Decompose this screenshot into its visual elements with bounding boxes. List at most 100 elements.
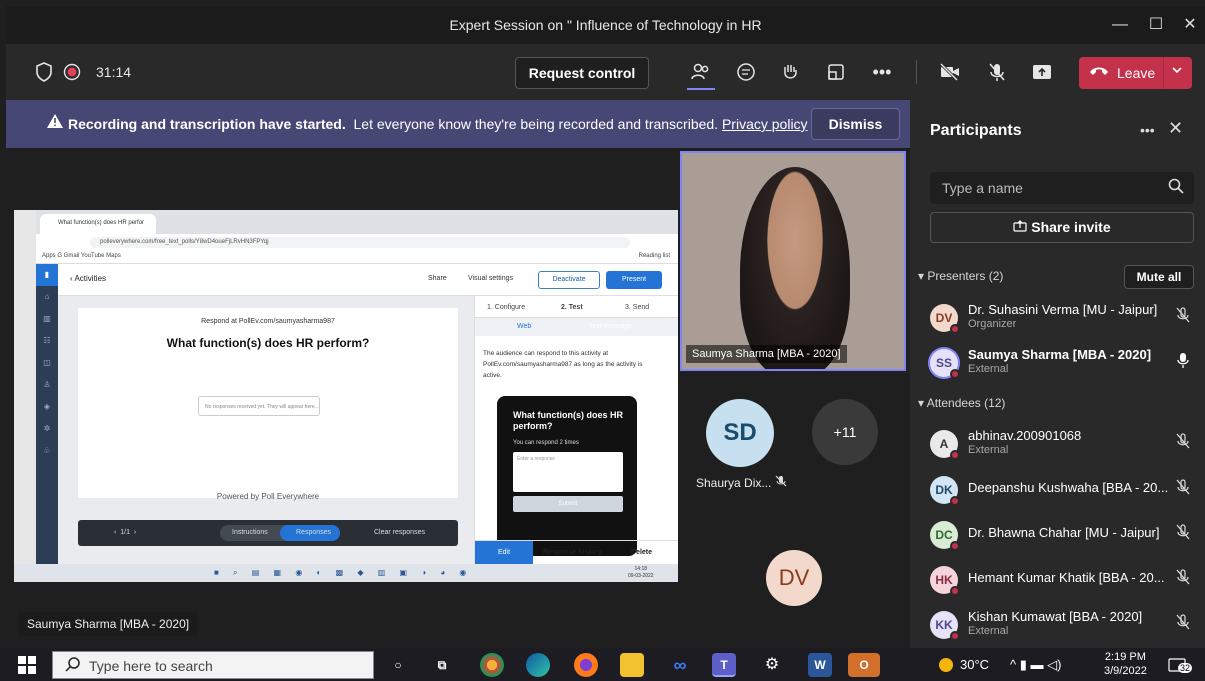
responses-tab[interactable]: Responses (296, 529, 331, 536)
participant-row[interactable]: DC Dr. Bhawna Chahar [MU - Jaipur] (930, 515, 1200, 555)
search-icon[interactable] (1168, 178, 1184, 198)
privacy-policy-link[interactable]: Privacy policy (722, 116, 808, 132)
participant-row[interactable]: DV Dr. Suhasini Verma [MU - Jaipur] Orga… (930, 298, 1200, 338)
temperature[interactable]: 30°C (960, 657, 989, 672)
participants-side-icon[interactable]: ☷ (36, 330, 58, 352)
attendees-section-header[interactable]: ▾ Attendees (12) (918, 396, 1005, 410)
poll-config-panel: 1. Configure 2. Test 3. Send Web Text me… (474, 296, 678, 565)
minimize-button[interactable]: — (1102, 12, 1138, 38)
windows-start-icon[interactable] (18, 656, 36, 679)
view-toggle[interactable]: Instructions Responses (220, 525, 340, 541)
leave-split-divider (1163, 57, 1164, 89)
url-field[interactable]: pollev​erywhere.com/free_text_polls/Y8wD… (90, 237, 630, 248)
visual-settings-button[interactable]: Visual settings (468, 275, 513, 282)
step-test[interactable]: 2. Test (561, 304, 583, 311)
meeting-toolbar: 31:14 Request control ••• Leave (6, 44, 1205, 100)
settings-side-icon[interactable]: ✲ (36, 418, 58, 440)
badge-icon[interactable]: ◈ (36, 396, 58, 418)
reports-icon[interactable]: ◫ (36, 352, 58, 374)
bell-icon[interactable]: ♧ (36, 440, 58, 462)
camera-off-icon[interactable] (936, 58, 964, 86)
task-view-icon[interactable]: ⧉ (430, 653, 454, 677)
logo-icon[interactable]: ▮ (36, 264, 58, 286)
instructions-tab[interactable]: Instructions (232, 529, 268, 536)
mic-off-icon[interactable] (1176, 479, 1190, 499)
mute-all-button[interactable]: Mute all (1124, 265, 1194, 289)
mic-off-icon[interactable] (1176, 524, 1190, 544)
maximize-button[interactable]: ☐ (1138, 12, 1174, 38)
chevron-down-icon[interactable] (1171, 64, 1183, 79)
participants-icon[interactable] (687, 58, 715, 86)
avatar[interactable]: DV (766, 550, 822, 606)
mic-off-icon[interactable] (1176, 433, 1190, 453)
participant-search-input[interactable]: Type a name (930, 172, 1194, 204)
share-tray-icon[interactable] (1028, 58, 1056, 86)
participant-row[interactable]: HK Hemant Kumar Khatik [BBA - 20... (930, 560, 1200, 600)
meet-now-icon[interactable]: ∞ (668, 653, 692, 677)
web-tab[interactable]: Web (517, 323, 531, 330)
status-indicator (950, 631, 960, 641)
dismiss-button[interactable]: Dismiss (811, 108, 900, 140)
system-clock[interactable]: 2:19 PM 3/9/2022 (1104, 650, 1147, 678)
word-icon[interactable]: W (808, 653, 832, 677)
participant-row[interactable]: A abhinav.200901068 External (930, 424, 1200, 464)
close-icon[interactable]: ✕ (1168, 118, 1183, 139)
text-message-tab[interactable]: Text message (589, 323, 632, 330)
cortana-icon[interactable]: ○ (386, 653, 410, 677)
close-window-button[interactable]: ✕ (1172, 12, 1205, 38)
participant-row[interactable]: KK Kishan Kumawat [BBA - 2020] External (930, 605, 1200, 645)
bookmarks[interactable]: Apps G Gmail YouTube Maps (42, 253, 121, 259)
users-icon[interactable]: ♙ (36, 374, 58, 396)
presenters-section-header[interactable]: ▾ Presenters (2) (918, 269, 1003, 283)
rooms-icon[interactable] (822, 58, 850, 86)
participant-row[interactable]: SS Saumya Sharma [MBA - 2020] External (930, 343, 1200, 383)
participant-name: Hemant Kumar Khatik [BBA - 20... (968, 570, 1165, 585)
mic-off-icon[interactable] (1176, 569, 1190, 589)
firefox-icon[interactable] (574, 653, 598, 677)
leave-button[interactable]: Leave (1079, 57, 1192, 89)
tray-icons[interactable]: ^ ▮ ▬ ◁) (1010, 657, 1061, 673)
request-control-button[interactable]: Request control (515, 57, 649, 89)
more-options-icon[interactable]: ••• (868, 58, 896, 86)
clear-responses-button[interactable]: Clear responses (374, 529, 425, 536)
teams-icon[interactable]: T (712, 653, 736, 677)
settings-icon[interactable]: ⚙ (760, 653, 784, 677)
deactivate-button[interactable]: Deactivate (538, 271, 600, 289)
powered-by-text: Powered by Poll Everywhere (216, 492, 320, 501)
participant-row[interactable]: DK Deepanshu Kushwaha [BBA - 20... (930, 470, 1200, 510)
notification-badge[interactable]: 32 (1168, 657, 1193, 678)
status-indicator (950, 496, 960, 506)
mic-off-icon[interactable] (983, 58, 1011, 86)
outlook-icon[interactable]: O (848, 653, 880, 677)
activities-icon[interactable]: ▥ (36, 308, 58, 330)
shield-icon[interactable] (30, 58, 58, 86)
mic-off-icon[interactable] (1176, 307, 1190, 327)
response-history-button[interactable]: Response history (543, 549, 602, 556)
browser-tab[interactable]: What function(s) does HR perfor (40, 214, 156, 234)
participant-video-tile[interactable]: Saumya Sharma [MBA - 2020] (680, 151, 906, 371)
edit-button[interactable]: Edit (475, 541, 533, 565)
raise-hand-icon[interactable] (776, 58, 804, 86)
weather-icon[interactable] (938, 657, 954, 676)
chrome-icon[interactable] (480, 653, 504, 677)
present-button[interactable]: Present (606, 271, 662, 289)
avatar[interactable]: SD (706, 399, 774, 467)
file-explorer-icon[interactable] (620, 653, 644, 677)
step-configure[interactable]: 1. Configure (487, 304, 525, 311)
more-options-icon[interactable]: ••• (1140, 122, 1155, 138)
mic-off-icon[interactable] (1176, 614, 1190, 634)
more-participants-button[interactable]: +11 (812, 399, 878, 465)
reading-list[interactable]: Reading list (639, 253, 670, 259)
edge-icon[interactable] (526, 653, 550, 677)
phone-submit-button[interactable]: Submit (513, 496, 623, 512)
share-invite-button[interactable]: Share invite (930, 212, 1194, 243)
mic-on-icon[interactable] (1176, 352, 1190, 372)
taskbar-search-input[interactable]: Type here to search (52, 651, 374, 679)
home-icon[interactable]: ⌂ (36, 286, 58, 308)
delete-button[interactable]: Delete (631, 549, 652, 556)
share-dropdown[interactable]: Share (428, 275, 447, 282)
phone-response-input[interactable]: Enter a response (513, 452, 623, 492)
chat-icon[interactable] (732, 58, 760, 86)
activities-back-link[interactable]: ‹ Activities (70, 274, 106, 283)
step-send[interactable]: 3. Send (625, 304, 649, 311)
